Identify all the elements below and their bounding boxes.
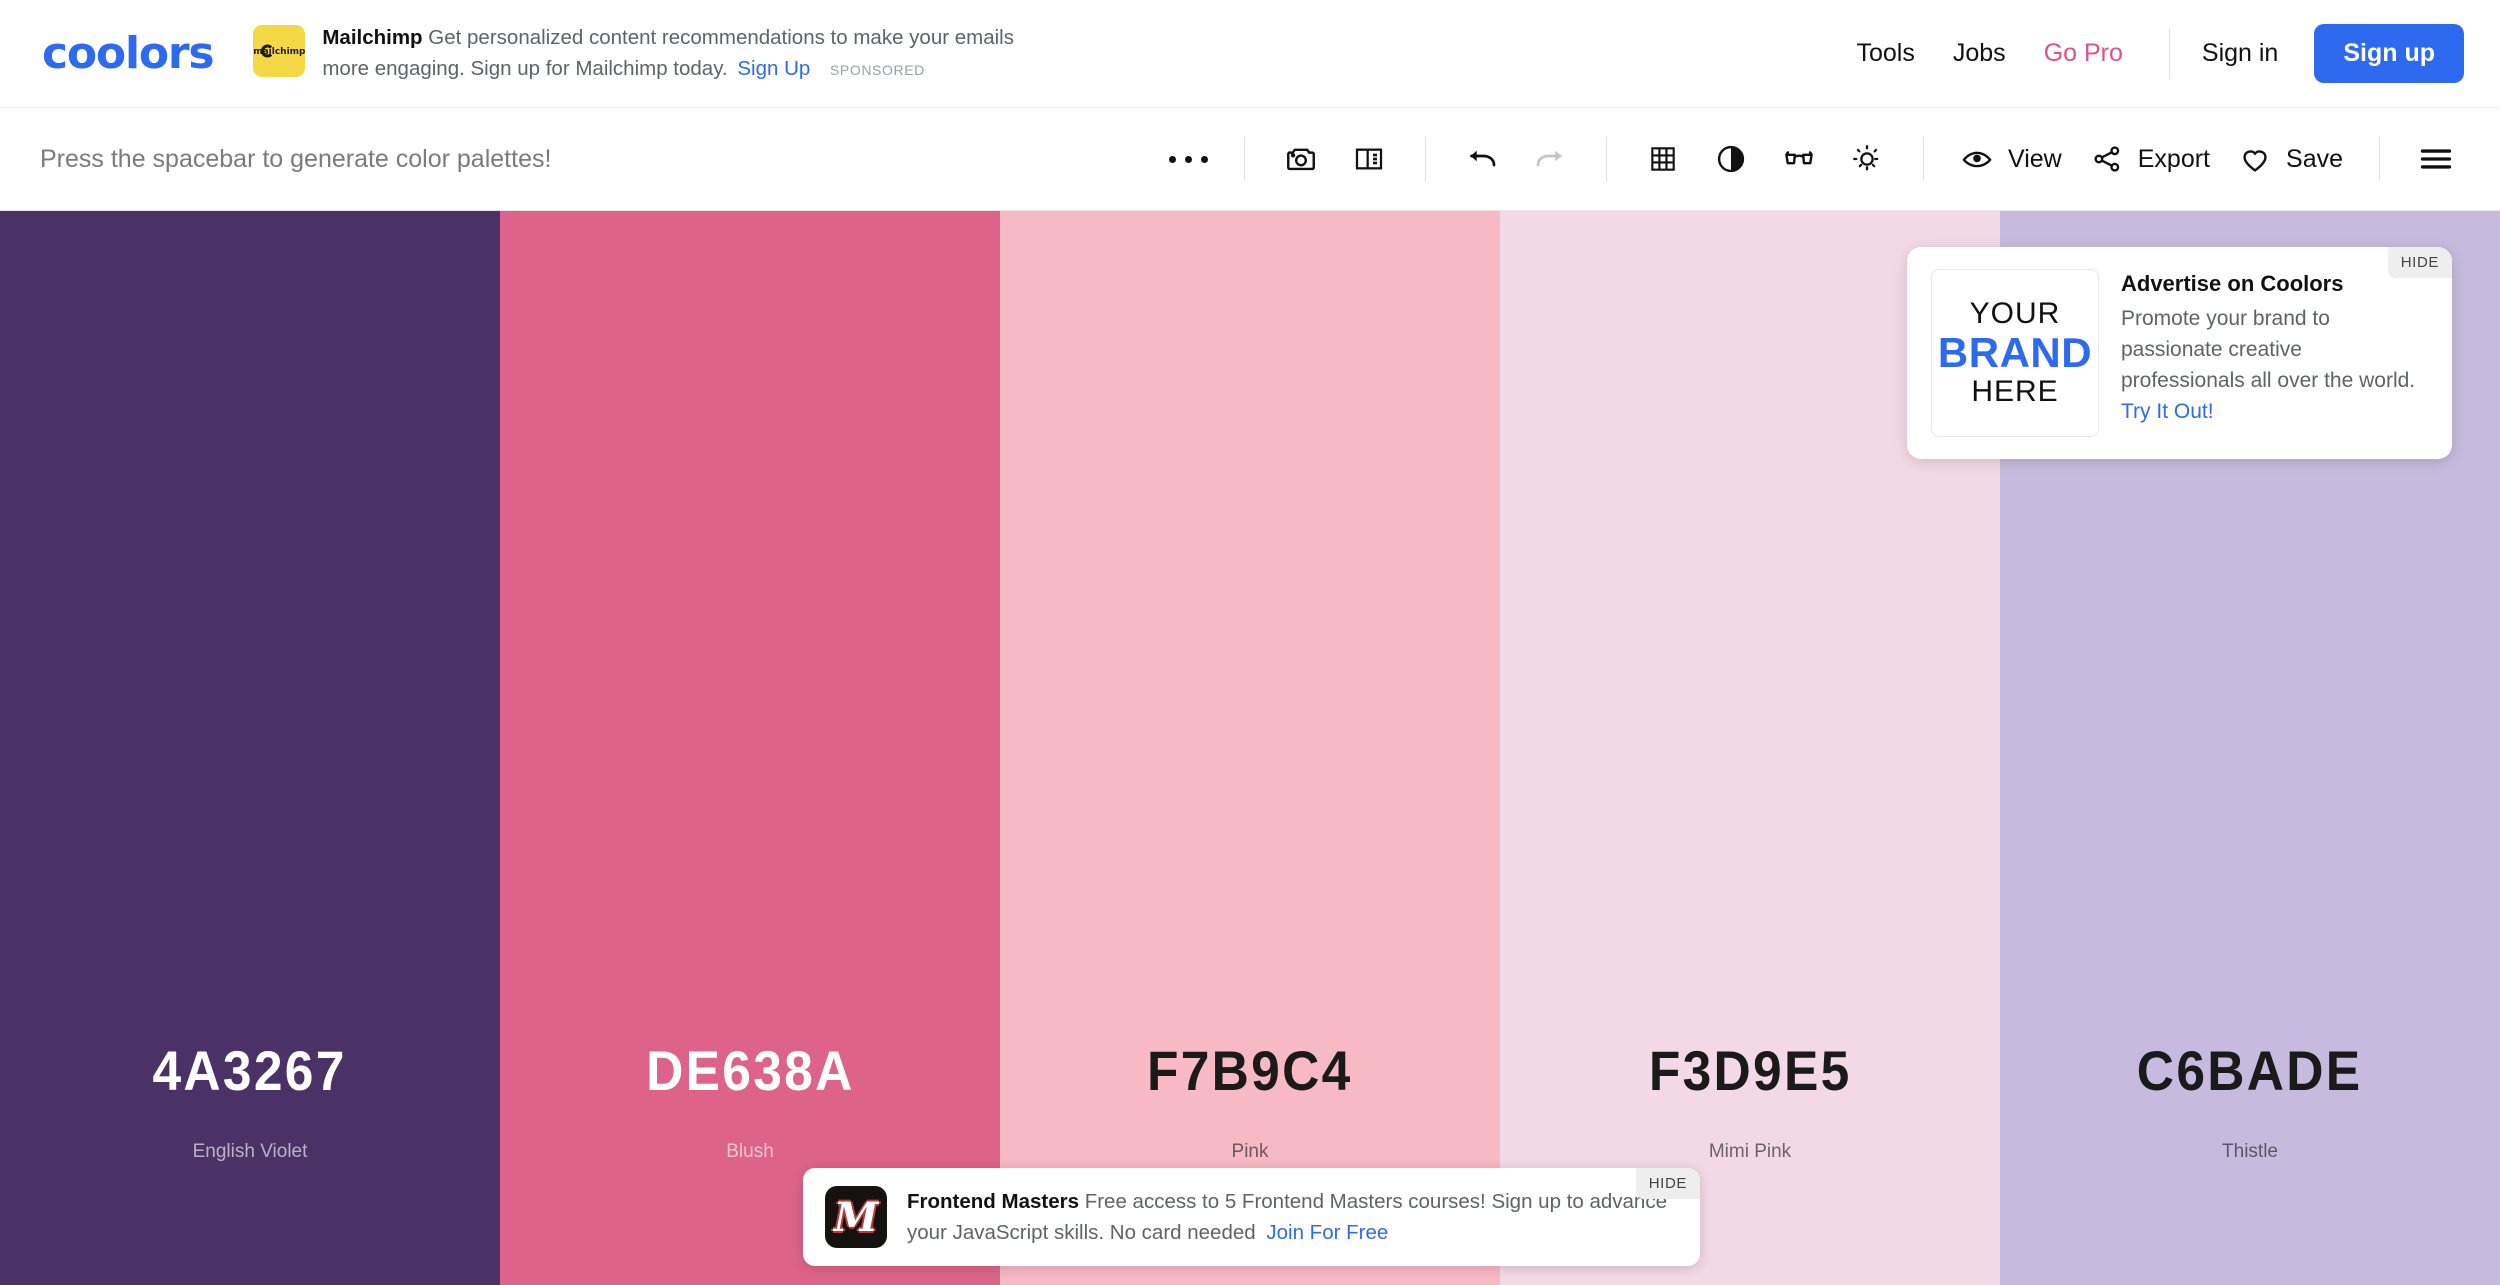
ad-description: Promote your brand to passionate creativ… <box>2121 303 2428 427</box>
nav-item-go-pro[interactable]: Go Pro <box>2044 39 2123 68</box>
ad-thumbnail: YOUR BRAND HERE <box>1931 269 2099 437</box>
redo-icon[interactable] <box>1516 125 1584 193</box>
ad-thumb-line1: YOUR <box>1969 296 2061 330</box>
colorblind-glasses-icon[interactable] <box>1765 125 1833 193</box>
heart-icon <box>2243 150 2267 172</box>
swatch-hex[interactable]: C6BADE <box>2137 1038 2363 1103</box>
brightness-icon[interactable] <box>1833 125 1901 193</box>
export-label: Export <box>2137 144 2211 173</box>
swatch-name: English Violet <box>192 1141 308 1162</box>
header-ad-signup-link[interactable]: Sign Up <box>737 57 810 80</box>
sign-in-link[interactable]: Sign in <box>2202 39 2278 68</box>
spacebar-hint: Press the spacebar to generate color pal… <box>40 144 552 173</box>
swatch-name: Pink <box>1231 1141 1269 1162</box>
header-ad-brand: Mailchimp <box>322 25 423 49</box>
palette-swatch-2[interactable]: DE638A Blush <box>500 211 1000 1285</box>
toolbar-divider <box>1606 137 1607 181</box>
header-nav: Tools Jobs Go Pro Sign in Sign up <box>1857 24 2464 83</box>
ad-cta-link[interactable]: Try It Out! <box>2121 400 2214 423</box>
coolors-logo[interactable]: coolors <box>42 28 215 79</box>
ad-hide-button[interactable]: HIDE <box>2387 247 2452 278</box>
banner-cta-link[interactable]: Join For Free <box>1266 1221 1388 1244</box>
hamburger-menu-icon[interactable] <box>2402 125 2470 193</box>
save-button[interactable]: Save <box>2238 142 2343 176</box>
banner-hide-button[interactable]: HIDE <box>1635 1168 1700 1199</box>
ad-thumb-line2: BRAND <box>1937 328 2093 376</box>
swatch-hex[interactable]: F7B9C4 <box>1147 1038 1353 1103</box>
palette-swatch-3[interactable]: F7B9C4 Pink <box>1000 211 1500 1285</box>
advertise-card[interactable]: HIDE YOUR BRAND HERE Advertise on Coolor… <box>1907 247 2452 459</box>
more-options-icon[interactable] <box>1154 125 1222 193</box>
layout-panel-icon[interactable] <box>1335 125 1403 193</box>
bottom-sponsor-banner[interactable]: HIDE M Frontend Masters Free access to 5… <box>803 1168 1700 1266</box>
ad-description-text: Promote your brand to passionate creativ… <box>2121 307 2416 392</box>
grid-icon[interactable] <box>1629 125 1697 193</box>
ad-thumb-line3: HERE <box>1971 375 2059 409</box>
swatch-hex[interactable]: DE638A <box>646 1038 855 1103</box>
top-header: coolors mailchimp Mailchimp Get personal… <box>0 0 2500 108</box>
header-sponsored-ad[interactable]: mailchimp Mailchimp Get personalized con… <box>253 22 1022 86</box>
sponsored-label: SPONSORED <box>829 61 925 78</box>
header-divider <box>2168 28 2170 79</box>
save-label: Save <box>2286 144 2343 173</box>
share-icon <box>2094 146 2120 172</box>
mailchimp-icon: mailchimp <box>253 24 306 77</box>
sign-up-button[interactable]: Sign up <box>2314 24 2464 83</box>
view-label: View <box>2008 144 2062 173</box>
fm-logo-letter: M <box>833 1193 879 1241</box>
swatch-hex[interactable]: 4A3267 <box>153 1038 347 1103</box>
undo-icon[interactable] <box>1448 125 1516 193</box>
camera-icon[interactable] <box>1267 125 1335 193</box>
palette-swatch-1[interactable]: 4A3267 English Violet <box>0 211 500 1285</box>
eye-icon <box>1962 151 1992 168</box>
palette-toolbar: Press the spacebar to generate color pal… <box>0 108 2500 211</box>
nav-item-tools[interactable]: Tools <box>1857 39 1915 68</box>
swatch-name: Mimi Pink <box>1708 1141 1792 1162</box>
swatch-hex[interactable]: F3D9E5 <box>1649 1038 1852 1103</box>
nav-item-jobs[interactable]: Jobs <box>1953 39 2006 68</box>
toolbar-divider <box>2379 137 2380 181</box>
swatch-name: Thistle <box>2222 1141 2278 1162</box>
export-button[interactable]: Export <box>2090 142 2210 176</box>
view-button[interactable]: View <box>1960 142 2062 176</box>
toolbar-divider <box>1244 137 1245 181</box>
toolbar-divider <box>1923 137 1924 181</box>
toolbar-actions: View Export Save <box>1154 125 2470 193</box>
ad-title: Advertise on Coolors <box>2121 271 2344 296</box>
frontend-masters-icon: M <box>825 1186 887 1248</box>
swatch-name: Blush <box>726 1141 774 1162</box>
ad-body: Advertise on Coolors Promote your brand … <box>2121 269 2428 437</box>
banner-text: Frontend Masters Free access to 5 Fronte… <box>907 1186 1678 1248</box>
banner-brand: Frontend Masters <box>907 1190 1079 1213</box>
contrast-icon[interactable] <box>1697 125 1765 193</box>
toolbar-divider <box>1425 137 1426 181</box>
header-ad-text: Mailchimp Get personalized content recom… <box>322 22 1022 86</box>
